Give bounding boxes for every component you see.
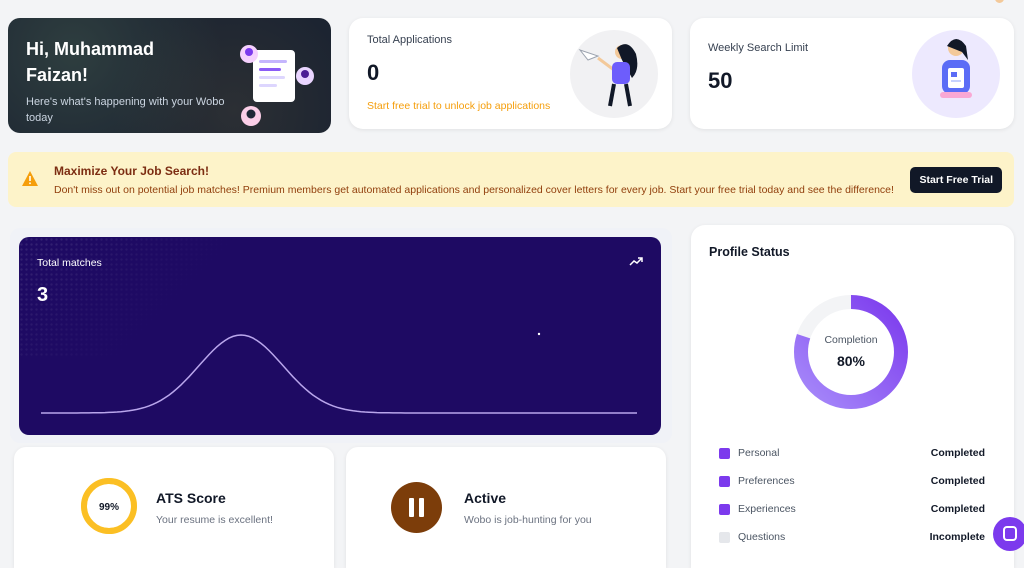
profile-status-title: Profile Status (709, 245, 790, 259)
section-name: Experiences (738, 503, 796, 515)
profile-section-personal[interactable]: Personal Completed (719, 439, 985, 467)
start-free-trial-button[interactable]: Start Free Trial (910, 167, 1002, 193)
banner-title: Maximize Your Job Search! (54, 164, 209, 178)
activity-status-description: Wobo is job-hunting for you (464, 514, 592, 526)
avatar-edge (995, 0, 1004, 3)
matches-curve (41, 332, 637, 414)
ats-score-card: 99% ATS Score Your resume is excellent! (14, 447, 334, 568)
completion-value: 80% (836, 353, 866, 369)
chat-icon (1003, 526, 1017, 541)
section-name: Personal (738, 447, 780, 459)
completion-donut: Completion 80% (793, 294, 909, 410)
status-marker (719, 531, 730, 543)
total-matches-value: 3 (37, 284, 49, 306)
welcome-card: Hi, Muhammad Faizan! Here's what's happe… (8, 18, 331, 133)
profile-status-card: Profile Status Completion 80% Personal C… (691, 225, 1014, 568)
ats-score-title: ATS Score (156, 490, 226, 506)
banner-description: Don't miss out on potential job matches!… (54, 184, 894, 196)
ats-score-value: 99% (99, 502, 119, 513)
ats-score-description: Your resume is excellent! (156, 514, 273, 526)
welcome-subtitle: Here's what's happening with your Wobo t… (26, 96, 225, 124)
total-matches-card[interactable]: Total matches 3 (19, 237, 661, 435)
section-status: Completed (930, 503, 985, 515)
section-name: Preferences (738, 475, 795, 487)
welcome-greeting: Hi, Muhammad Faizan! (26, 39, 155, 85)
total-applications-card: Total Applications 0 Start free trial to… (349, 18, 672, 129)
upgrade-banner: Maximize Your Job Search! Don't miss out… (8, 152, 1014, 207)
activity-status-title: Active (464, 490, 507, 506)
section-status: Completed (930, 475, 985, 487)
ats-score-ring: 99% (80, 477, 138, 535)
resume-illustration (912, 30, 1000, 118)
section-status: Completed (930, 447, 985, 459)
paper-plane-illustration (570, 30, 658, 118)
weekly-search-limit-card: Weekly Search Limit 50 (690, 18, 1014, 129)
profile-sections-list: Personal Completed Preferences Completed… (719, 439, 985, 551)
status-marker (719, 475, 730, 487)
profile-section-preferences[interactable]: Preferences Completed (719, 467, 985, 495)
pause-icon[interactable] (391, 482, 442, 533)
profile-section-experiences[interactable]: Experiences Completed (719, 495, 985, 523)
section-name: Questions (738, 531, 786, 543)
section-status: Incomplete (929, 531, 985, 543)
profile-section-questions[interactable]: Questions Incomplete (719, 523, 985, 551)
chat-launcher-button[interactable] (993, 517, 1024, 551)
total-matches-label: Total matches (37, 257, 102, 269)
status-marker (719, 503, 730, 515)
completion-label: Completion (824, 334, 878, 346)
warning-icon (22, 171, 38, 186)
team-illustration (240, 45, 314, 126)
activity-status-card: Active Wobo is job-hunting for you (346, 447, 666, 568)
trending-up-icon (629, 257, 643, 266)
status-marker (719, 447, 730, 459)
